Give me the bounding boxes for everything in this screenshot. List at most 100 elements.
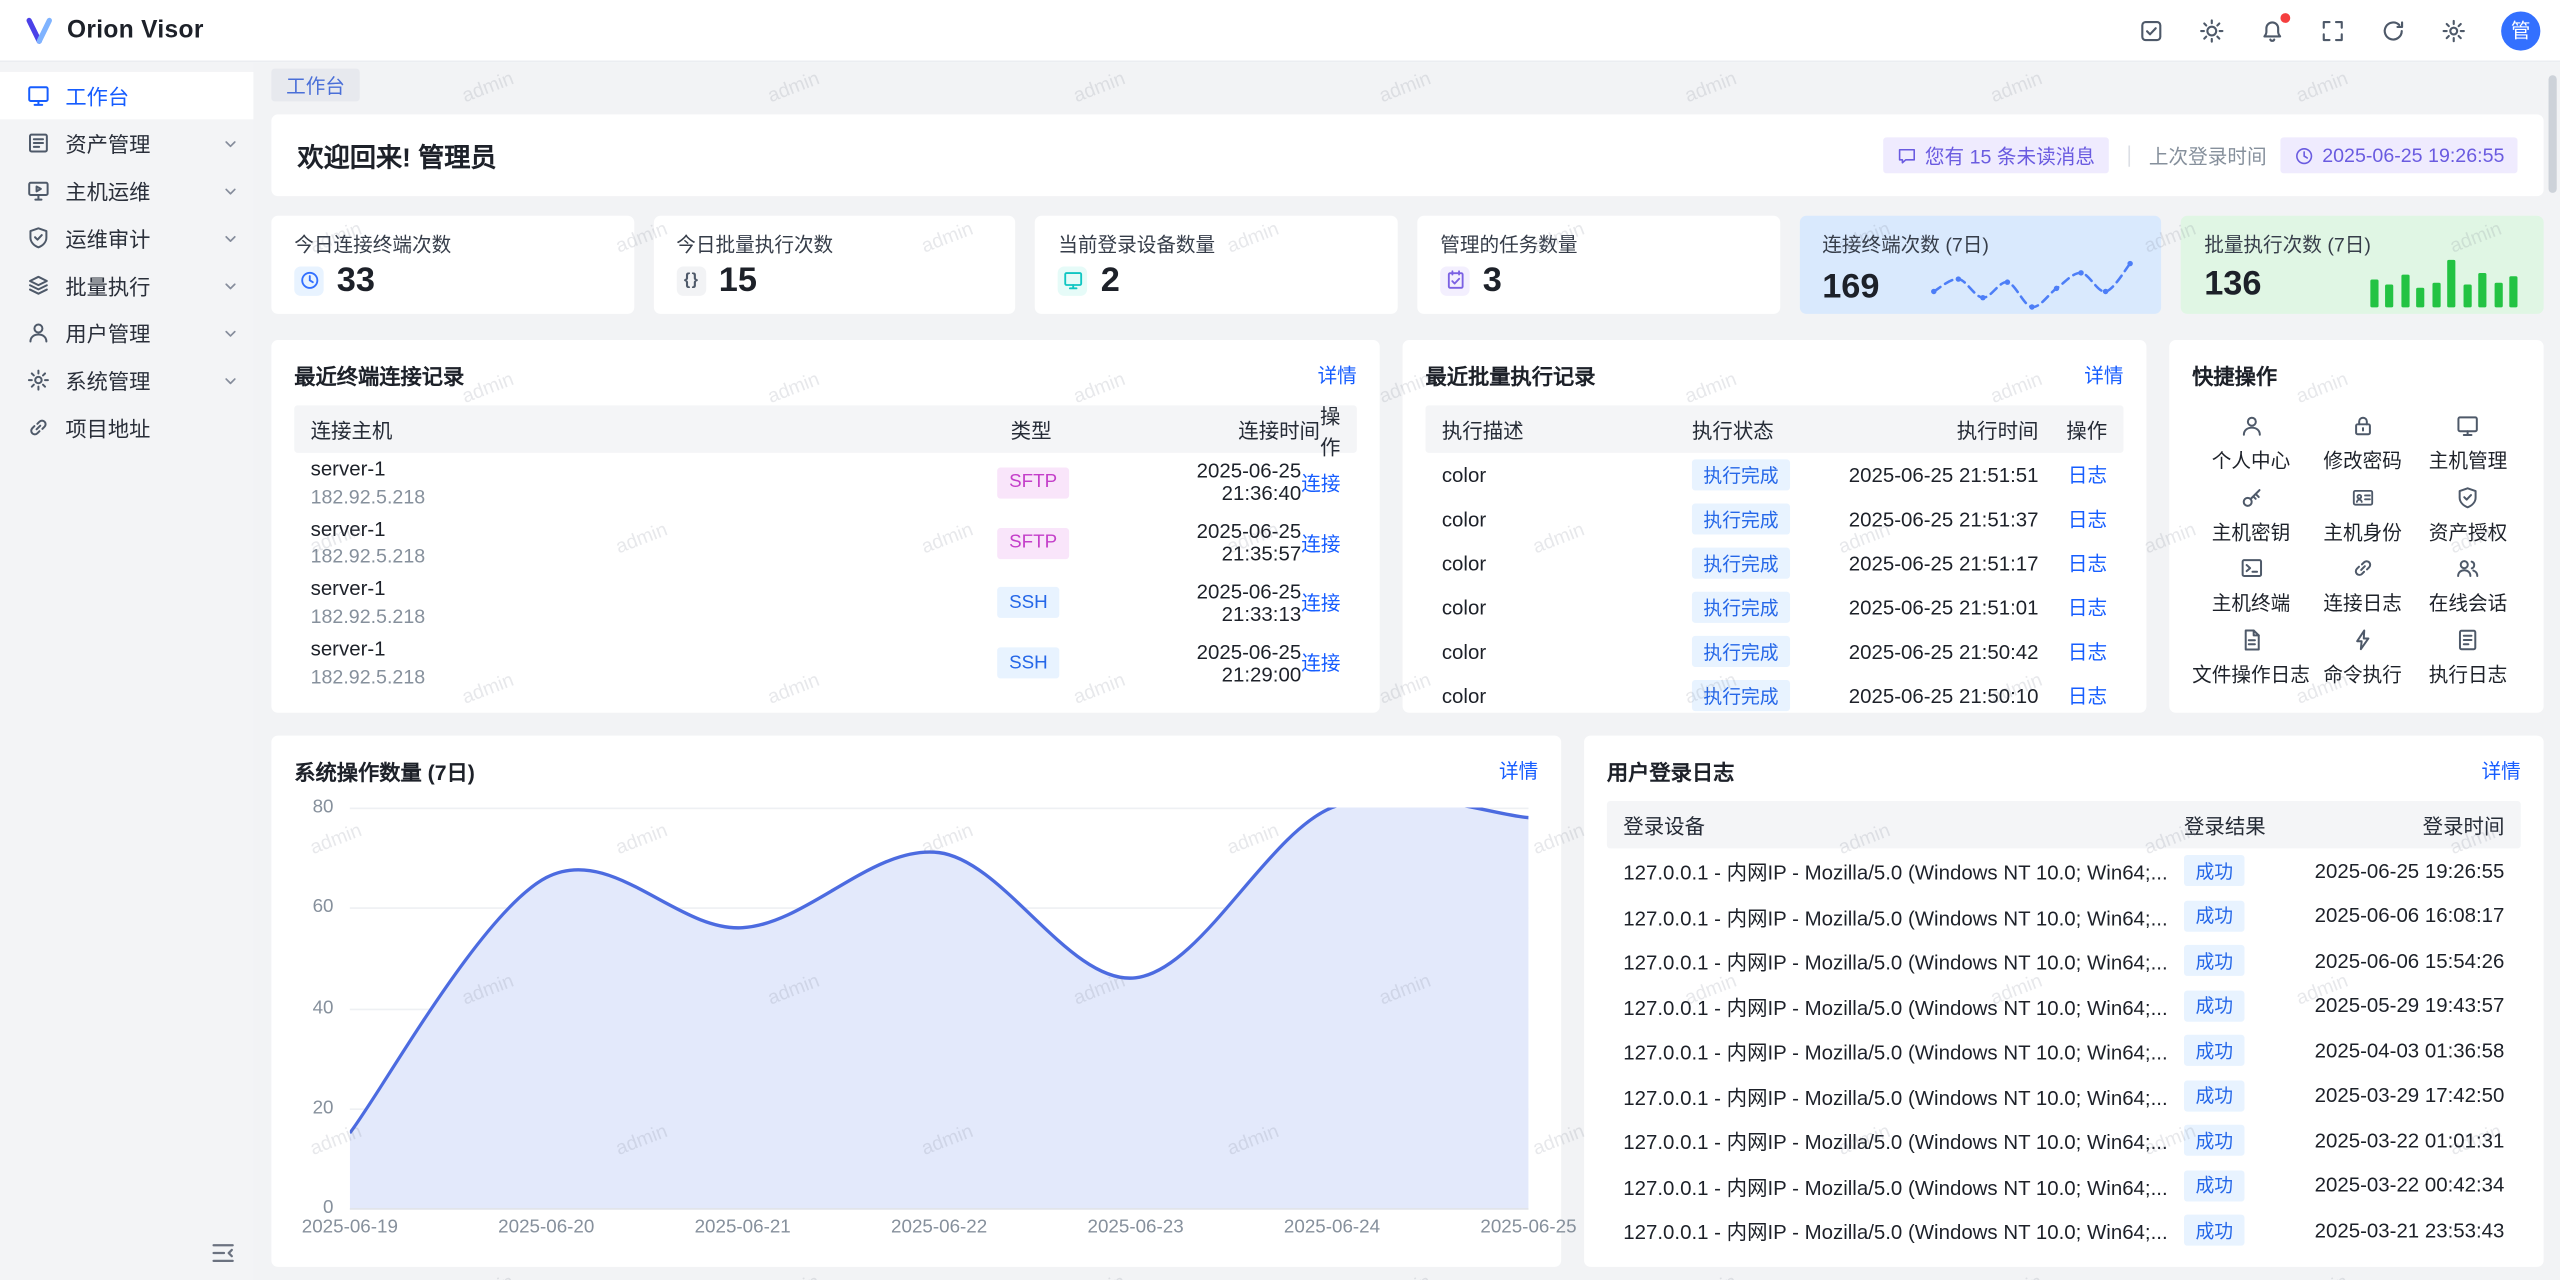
log-link[interactable]: 日志 [2068, 641, 2107, 664]
x-tick: 2025-06-19 [302, 1218, 398, 1238]
last-login-time-badge: 2025-06-25 19:26:55 [2280, 137, 2518, 173]
quick-action-change-password[interactable]: 修改密码 [2310, 409, 2415, 480]
stat-value: 136 [2204, 266, 2261, 300]
stat-label: 批量执行次数 (7日) [2204, 230, 2521, 258]
app-logo[interactable]: Orion Visor [23, 14, 204, 47]
sidebar-item-batch-execution[interactable]: 批量执行 [0, 262, 253, 309]
login-time: 2025-04-03 01:36:58 [2289, 1039, 2505, 1062]
quick-action-asset-authorization[interactable]: 资产授权 [2415, 480, 2520, 551]
connect-link[interactable]: 连接 [1301, 472, 1340, 495]
sidebar-item-user-management[interactable]: 用户管理 [0, 309, 253, 356]
link-icon [26, 415, 51, 440]
login-time: 2025-03-22 01:01:31 [2289, 1129, 2505, 1152]
quick-action-connection-log[interactable]: 连接日志 [2310, 551, 2415, 622]
clock-icon [294, 266, 323, 295]
chevron-down-icon [221, 228, 241, 248]
connect-time: 2025-06-25 21:29:00 [1117, 640, 1301, 686]
host-name: server-1 [311, 456, 998, 484]
quick-action-online-session[interactable]: 在线会话 [2415, 551, 2520, 622]
log-link[interactable]: 日志 [2068, 597, 2107, 620]
login-device: 127.0.0.1 - 内网IP - Mozilla/5.0 (Windows … [1623, 1170, 2184, 1201]
quick-action-profile[interactable]: 个人中心 [2192, 409, 2310, 480]
terminal-trend-sparkline [1930, 258, 2136, 314]
login-detail-link[interactable]: 详情 [2481, 757, 2520, 785]
collapse-sidebar-icon[interactable] [209, 1239, 237, 1267]
quick-action-file-operation-log[interactable]: 文件操作日志 [2192, 622, 2310, 693]
lock-icon [2350, 414, 2375, 439]
quick-action-host-management[interactable]: 主机管理 [2415, 409, 2520, 480]
sidebar-item-asset-management[interactable]: 资产管理 [0, 119, 253, 166]
sidebar-item-system-management[interactable]: 系统管理 [0, 356, 253, 403]
user-avatar[interactable]: 管 [2501, 11, 2540, 50]
table-row: color 执行完成 2025-06-25 21:51:17 日志 [1425, 541, 2123, 585]
status-badge: 成功 [2184, 945, 2244, 976]
chevron-down-icon [221, 181, 241, 201]
log-link[interactable]: 日志 [2068, 685, 2107, 708]
theme-sun-icon[interactable] [2199, 17, 2225, 43]
connect-link[interactable]: 连接 [1301, 532, 1340, 555]
user-icon [2239, 414, 2264, 439]
quick-action-host-identity[interactable]: 主机身份 [2310, 480, 2415, 551]
asset-list-icon [26, 131, 51, 156]
settings-gear-icon[interactable] [2441, 17, 2467, 43]
log-link[interactable]: 日志 [2068, 553, 2107, 576]
sidebar-item-label: 系统管理 [65, 365, 150, 396]
sidebar: 工作台 资产管理 主机运维 运维审计 批量执行 用户管理 [0, 62, 253, 1280]
stat-card-terminal-7d: 连接终端次数 (7日) 169 [1799, 216, 2161, 314]
stat-value: 33 [337, 263, 375, 297]
log-link[interactable]: 日志 [2068, 508, 2107, 531]
status-badge: 执行完成 [1692, 636, 1790, 667]
log-link[interactable]: 日志 [2068, 464, 2107, 487]
terminal-detail-link[interactable]: 详情 [1318, 361, 1357, 389]
sidebar-item-workbench[interactable]: 工作台 [0, 72, 253, 119]
column-header: 执行描述 [1442, 414, 1692, 445]
sidebar-item-ops-audit[interactable]: 运维审计 [0, 214, 253, 261]
quick-action-command-execution[interactable]: 命令执行 [2310, 622, 2415, 693]
chart-detail-link[interactable]: 详情 [1499, 757, 1538, 785]
table-row: 127.0.0.1 - 内网IP - Mozilla/5.0 (Windows … [1607, 983, 2521, 1028]
x-tick: 2025-06-20 [498, 1218, 594, 1238]
topbar-actions: 管 [2138, 11, 2540, 50]
audit-shield-icon [26, 226, 51, 251]
check-square-icon[interactable] [2138, 17, 2164, 43]
batch-detail-link[interactable]: 详情 [2084, 361, 2123, 389]
login-time: 2025-06-06 16:08:17 [2289, 904, 2505, 927]
quick-action-host-terminal[interactable]: 主机终端 [2192, 551, 2310, 622]
table-row: 127.0.0.1 - 内网IP - Mozilla/5.0 (Windows … [1607, 1028, 2521, 1073]
connect-link[interactable]: 连接 [1301, 652, 1340, 675]
y-tick: 20 [313, 1098, 334, 1118]
workbench-icon [26, 83, 51, 108]
refresh-icon[interactable] [2380, 17, 2406, 43]
user-icon [26, 320, 51, 345]
sidebar-item-label: 资产管理 [65, 128, 150, 159]
app-root: Orion Visor 管 [0, 0, 2560, 1280]
host-name: server-1 [311, 576, 998, 604]
quick-action-host-key[interactable]: 主机密钥 [2192, 480, 2310, 551]
login-device: 127.0.0.1 - 内网IP - Mozilla/5.0 (Windows … [1623, 1035, 2184, 1066]
quick-action-execution-log[interactable]: 执行日志 [2415, 622, 2520, 693]
sidebar-item-project-link[interactable]: 项目地址 [0, 404, 253, 451]
status-badge: 成功 [2184, 1125, 2244, 1156]
chevron-down-icon [221, 370, 241, 390]
status-badge: 成功 [2184, 1170, 2244, 1201]
sidebar-item-host-ops[interactable]: 主机运维 [0, 167, 253, 214]
execution-bars-sparkline [2370, 258, 2518, 307]
login-device: 127.0.0.1 - 内网IP - Mozilla/5.0 (Windows … [1623, 900, 2184, 931]
stat-value: 15 [719, 263, 757, 297]
quick-actions-grid: 个人中心 修改密码 主机管理 主机密钥 [2192, 405, 2521, 693]
stat-value: 169 [1822, 269, 1879, 303]
welcome-card: 欢迎回来! 管理员 您有 15 条未读消息 上次登录时间 2025-06-25 … [271, 114, 2543, 196]
breadcrumb-item[interactable]: 工作台 [271, 69, 359, 102]
vertical-scrollbar-thumb[interactable] [2549, 75, 2557, 193]
ops-chart-card: 系统操作数量 (7日) 详情 80 60 40 20 0 [271, 736, 1561, 1267]
table-header: 执行描述 执行状态 执行时间 操作 [1425, 405, 2123, 452]
stat-card-login-devices: 当前登录设备数量 2 [1035, 216, 1397, 314]
fullscreen-icon[interactable] [2320, 17, 2346, 43]
connect-time: 2025-06-25 21:35:57 [1117, 520, 1301, 566]
notifications-bell-icon[interactable] [2259, 17, 2285, 43]
y-tick: 0 [323, 1198, 333, 1218]
unread-messages-badge[interactable]: 您有 15 条未读消息 [1882, 137, 2108, 173]
connect-link[interactable]: 连接 [1301, 592, 1340, 615]
table-row: server-1182.92.5.218 SSH 2025-06-25 21:2… [294, 633, 1357, 693]
table-row: 127.0.0.1 - 内网IP - Mozilla/5.0 (Windows … [1607, 938, 2521, 983]
